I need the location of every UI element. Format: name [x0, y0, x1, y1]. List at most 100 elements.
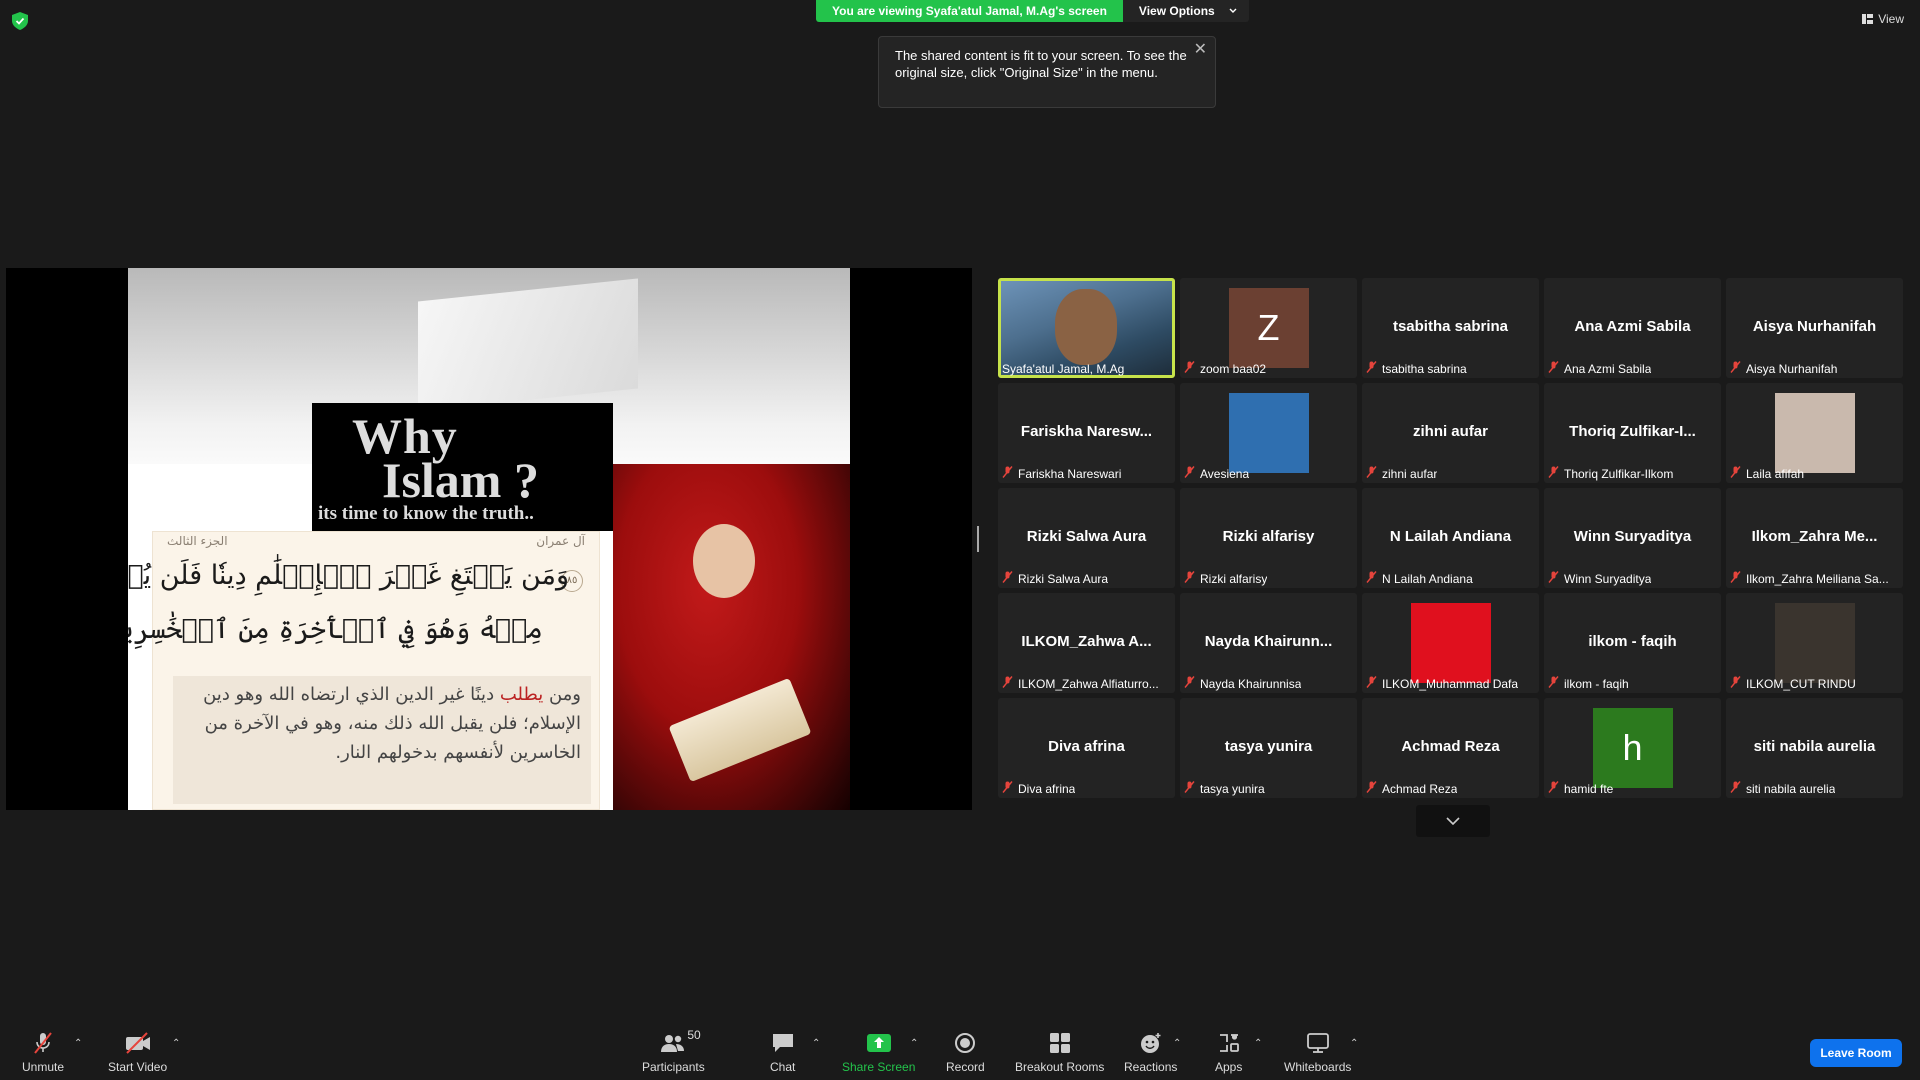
- unmute-button[interactable]: Unmute: [22, 1032, 64, 1074]
- participant-tile[interactable]: Ana Azmi Sabila Ana Azmi Sabila: [1544, 278, 1721, 378]
- participant-gallery: Syafa'atul Jamal, M.Ag Zzoom baa02 tsabith…: [998, 278, 1904, 798]
- participant-video: [1001, 281, 1172, 375]
- participant-tile[interactable]: N Lailah Andiana N Lailah Andiana: [1362, 488, 1539, 588]
- participant-name: Laila afifah: [1746, 466, 1805, 481]
- chat-options-caret[interactable]: ⌃: [812, 1038, 820, 1049]
- tafsir-text: ومن يطلب دينًا غير الدين الذي ارتضاه الل…: [173, 676, 591, 804]
- participant-tile[interactable]: Achmad Reza Achmad Reza: [1362, 698, 1539, 798]
- mic-muted-icon: [1002, 781, 1014, 796]
- mic-muted-icon: [1002, 466, 1014, 481]
- participant-tile[interactable]: ILKOM_Zahwa A... ILKOM_Zahwa Alfiaturro..…: [998, 593, 1175, 693]
- participant-tile[interactable]: Rizki alfarisy Rizki alfarisy: [1180, 488, 1357, 588]
- participant-tile[interactable]: Zzoom baa02: [1180, 278, 1357, 378]
- participant-name-label: Ana Azmi Sabila: [1548, 361, 1651, 376]
- participant-name-label: Thoriq Zulfikar-Ilkom: [1548, 466, 1673, 481]
- participant-name-label: Nayda Khairunnisa: [1184, 676, 1301, 691]
- mic-muted-icon: [1184, 781, 1196, 796]
- book-image: [668, 677, 812, 783]
- participant-name: siti nabila aurelia: [1746, 781, 1836, 796]
- apps-button[interactable]: Apps: [1215, 1032, 1242, 1074]
- participant-tile[interactable]: Ilkom_Zahra Me... Ilkom_Zahra Meiliana Sa…: [1726, 488, 1903, 588]
- share-screen-button[interactable]: Share Screen: [842, 1032, 915, 1074]
- chat-icon: [772, 1034, 793, 1052]
- participant-tile[interactable]: Aisya Nurhanifah Aisya Nurhanifah: [1726, 278, 1903, 378]
- participant-tile[interactable]: Laila afifah: [1726, 383, 1903, 483]
- participant-name: ILKOM_CUT RINDU: [1746, 676, 1856, 691]
- share-options-caret[interactable]: ⌃: [910, 1038, 918, 1049]
- participant-tile[interactable]: siti nabila aurelia siti nabila aurelia: [1726, 698, 1903, 798]
- avatar: [1774, 393, 1855, 473]
- participant-name-label: Laila afifah: [1730, 466, 1804, 481]
- participant-display-name: Nayda Khairunn...: [1204, 633, 1333, 650]
- mic-muted-icon: [1730, 571, 1742, 586]
- apps-options-caret[interactable]: ⌃: [1254, 1038, 1262, 1049]
- chat-button[interactable]: Chat: [770, 1032, 795, 1074]
- participant-tile[interactable]: ilkom - faqih ilkom - faqih: [1544, 593, 1721, 693]
- participant-display-name: Ana Azmi Sabila: [1574, 318, 1691, 335]
- reactions-label: Reactions: [1124, 1060, 1178, 1074]
- participant-name-label: Aisya Nurhanifah: [1730, 361, 1837, 376]
- girl-reading-image: [613, 464, 850, 810]
- mic-muted-icon: [1002, 676, 1014, 691]
- participant-name-label: Avesiena: [1184, 466, 1249, 481]
- shared-screen[interactable]: Why Islam ? its time to know the truth..…: [6, 268, 972, 810]
- participant-tile[interactable]: Thoriq Zulfikar-I... Thoriq Zulfikar-Ilko…: [1544, 383, 1721, 483]
- chevron-down-icon: [1229, 8, 1237, 13]
- participant-tile[interactable]: Avesiena: [1180, 383, 1357, 483]
- participant-tile[interactable]: Nayda Khairunn... Nayda Khairunnisa: [1180, 593, 1357, 693]
- mic-muted-icon: [1184, 571, 1196, 586]
- reactions-options-caret[interactable]: ⌃: [1173, 1038, 1181, 1049]
- mic-muted-icon: [1548, 571, 1560, 586]
- participant-name-label: Diva afrina: [1002, 781, 1075, 796]
- participant-tile[interactable]: Diva afrina Diva afrina: [998, 698, 1175, 798]
- security-shield-icon[interactable]: [12, 12, 28, 30]
- participant-display-name: siti nabila aurelia: [1753, 738, 1876, 755]
- whiteboards-options-caret[interactable]: ⌃: [1350, 1038, 1358, 1049]
- leave-room-button[interactable]: Leave Room: [1810, 1039, 1902, 1067]
- fit-to-screen-tooltip: The shared content is fit to your screen…: [878, 36, 1216, 108]
- participants-button[interactable]: 50 Participants: [642, 1028, 705, 1074]
- participant-tile[interactable]: tsabitha sabrina tsabitha sabrina: [1362, 278, 1539, 378]
- audio-options-caret[interactable]: ⌃: [74, 1038, 82, 1049]
- breakout-rooms-button[interactable]: Breakout Rooms: [1015, 1032, 1104, 1074]
- video-options-caret[interactable]: ⌃: [172, 1038, 180, 1049]
- close-icon[interactable]: ✕: [1194, 41, 1207, 58]
- start-video-button[interactable]: Start Video: [108, 1032, 167, 1074]
- next-page-button[interactable]: [1416, 805, 1490, 837]
- record-button[interactable]: Record: [946, 1032, 985, 1074]
- participant-name: Achmad Reza: [1382, 781, 1458, 796]
- participant-name-label: Syafa'atul Jamal, M.Ag: [1002, 362, 1124, 376]
- participant-tile[interactable]: Syafa'atul Jamal, M.Ag: [998, 278, 1175, 378]
- participant-name: zihni aufar: [1382, 466, 1438, 481]
- participant-tile[interactable]: ILKOM_CUT RINDU: [1726, 593, 1903, 693]
- record-label: Record: [946, 1060, 985, 1074]
- participant-tile[interactable]: ILKOM_Muhammad Dafa: [1362, 593, 1539, 693]
- chat-label: Chat: [770, 1060, 796, 1074]
- participant-name-label: Achmad Reza: [1366, 781, 1457, 796]
- view-button[interactable]: View: [1862, 12, 1904, 26]
- reactions-button[interactable]: Reactions: [1124, 1032, 1177, 1074]
- participant-name: Diva afrina: [1018, 781, 1076, 796]
- whiteboards-button[interactable]: Whiteboards: [1284, 1032, 1351, 1074]
- participant-tile[interactable]: tasya yunira tasya yunira: [1180, 698, 1357, 798]
- presentation-slide: Why Islam ? its time to know the truth..…: [128, 268, 850, 810]
- participant-name: Syafa'atul Jamal, M.Ag: [1002, 362, 1125, 376]
- view-options-button[interactable]: View Options: [1122, 0, 1249, 22]
- participant-tile[interactable]: Winn Suryaditya Winn Suryaditya: [1544, 488, 1721, 588]
- participant-tile[interactable]: Fariskha Naresw... Fariskha Nareswari: [998, 383, 1175, 483]
- view-label: View: [1878, 12, 1904, 26]
- participant-tile[interactable]: Rizki Salwa Aura Rizki Salwa Aura: [998, 488, 1175, 588]
- participant-name: ilkom - faqih: [1564, 676, 1629, 691]
- mic-muted-icon: [1730, 781, 1742, 796]
- participant-name-label: ilkom - faqih: [1548, 676, 1629, 691]
- participant-name: N Lailah Andiana: [1382, 571, 1473, 586]
- mic-muted-icon: [1366, 571, 1378, 586]
- participant-display-name: tasya yunira: [1224, 738, 1313, 755]
- participant-tile[interactable]: zihni aufar zihni aufar: [1362, 383, 1539, 483]
- viewing-screen-text: You are viewing Syafa'atul Jamal, M.Ag's…: [816, 0, 1123, 22]
- participant-name-label: ILKOM_Zahwa Alfiaturro...: [1002, 676, 1159, 691]
- reactions-icon: [1140, 1033, 1161, 1053]
- split-resize-handle[interactable]: [977, 526, 979, 552]
- participant-tile[interactable]: h hamid fte: [1544, 698, 1721, 798]
- participant-name: Winn Suryaditya: [1564, 571, 1652, 586]
